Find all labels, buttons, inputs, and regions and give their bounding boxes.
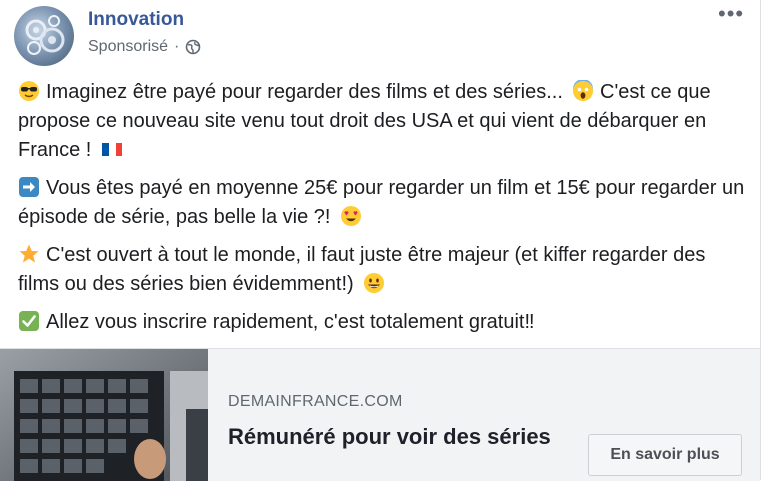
meta-separator: · [174, 38, 180, 55]
post-paragraph: Vous êtes payé en moyenne 25€ pour regar… [18, 174, 748, 232]
link-domain: DEMAINFRANCE.COM [228, 393, 403, 410]
globe-icon[interactable] [185, 39, 201, 55]
link-headline[interactable]: Rémunéré pour voir des séries [228, 421, 568, 452]
video-wall-thumbnail[interactable] [0, 349, 208, 481]
learn-more-button[interactable]: En savoir plus [588, 434, 742, 476]
heart-eyes-emoji-icon [340, 206, 361, 226]
sponsored-label[interactable]: Sponsorisé [88, 38, 168, 56]
flag-france-icon [101, 143, 122, 156]
sunglasses-emoji-icon [19, 81, 39, 101]
post-paragraph: C'est ouvert à tout le monde, il faut ju… [18, 241, 748, 299]
post-meta: Sponsorisé · [88, 38, 201, 56]
page-name-link[interactable]: Innovation [88, 9, 184, 31]
grin-emoji-icon [364, 273, 385, 293]
link-preview[interactable]: DEMAINFRANCE.COM Rémunéré pour voir des … [0, 348, 760, 481]
post-paragraph: Allez vous inscrire rapidement, c'est to… [18, 308, 748, 337]
gear-brain-icon [25, 15, 65, 55]
page-avatar[interactable] [14, 6, 74, 66]
paragraph-text: C'est ouvert à tout le monde, il faut ju… [18, 244, 706, 295]
right-arrow-emoji-icon [19, 177, 39, 197]
paragraph-text: Vous êtes payé en moyenne 25€ pour regar… [18, 177, 745, 228]
star-emoji-icon [19, 244, 39, 263]
post-body: Imaginez être payé pour regarder des fil… [18, 78, 748, 346]
post-paragraph: Imaginez être payé pour regarder des fil… [18, 78, 748, 165]
paragraph-text: Allez vous inscrire rapidement, c'est to… [46, 311, 535, 333]
more-options-icon[interactable]: ••• [718, 3, 744, 25]
check-mark-emoji-icon [19, 311, 39, 331]
paragraph-text: Imaginez être payé pour regarder des fil… [46, 81, 569, 103]
sponsored-post-card: Innovation Sponsorisé · ••• Imaginez êtr… [0, 0, 761, 481]
scream-emoji-icon [573, 80, 594, 101]
video-wall-image [0, 349, 208, 481]
